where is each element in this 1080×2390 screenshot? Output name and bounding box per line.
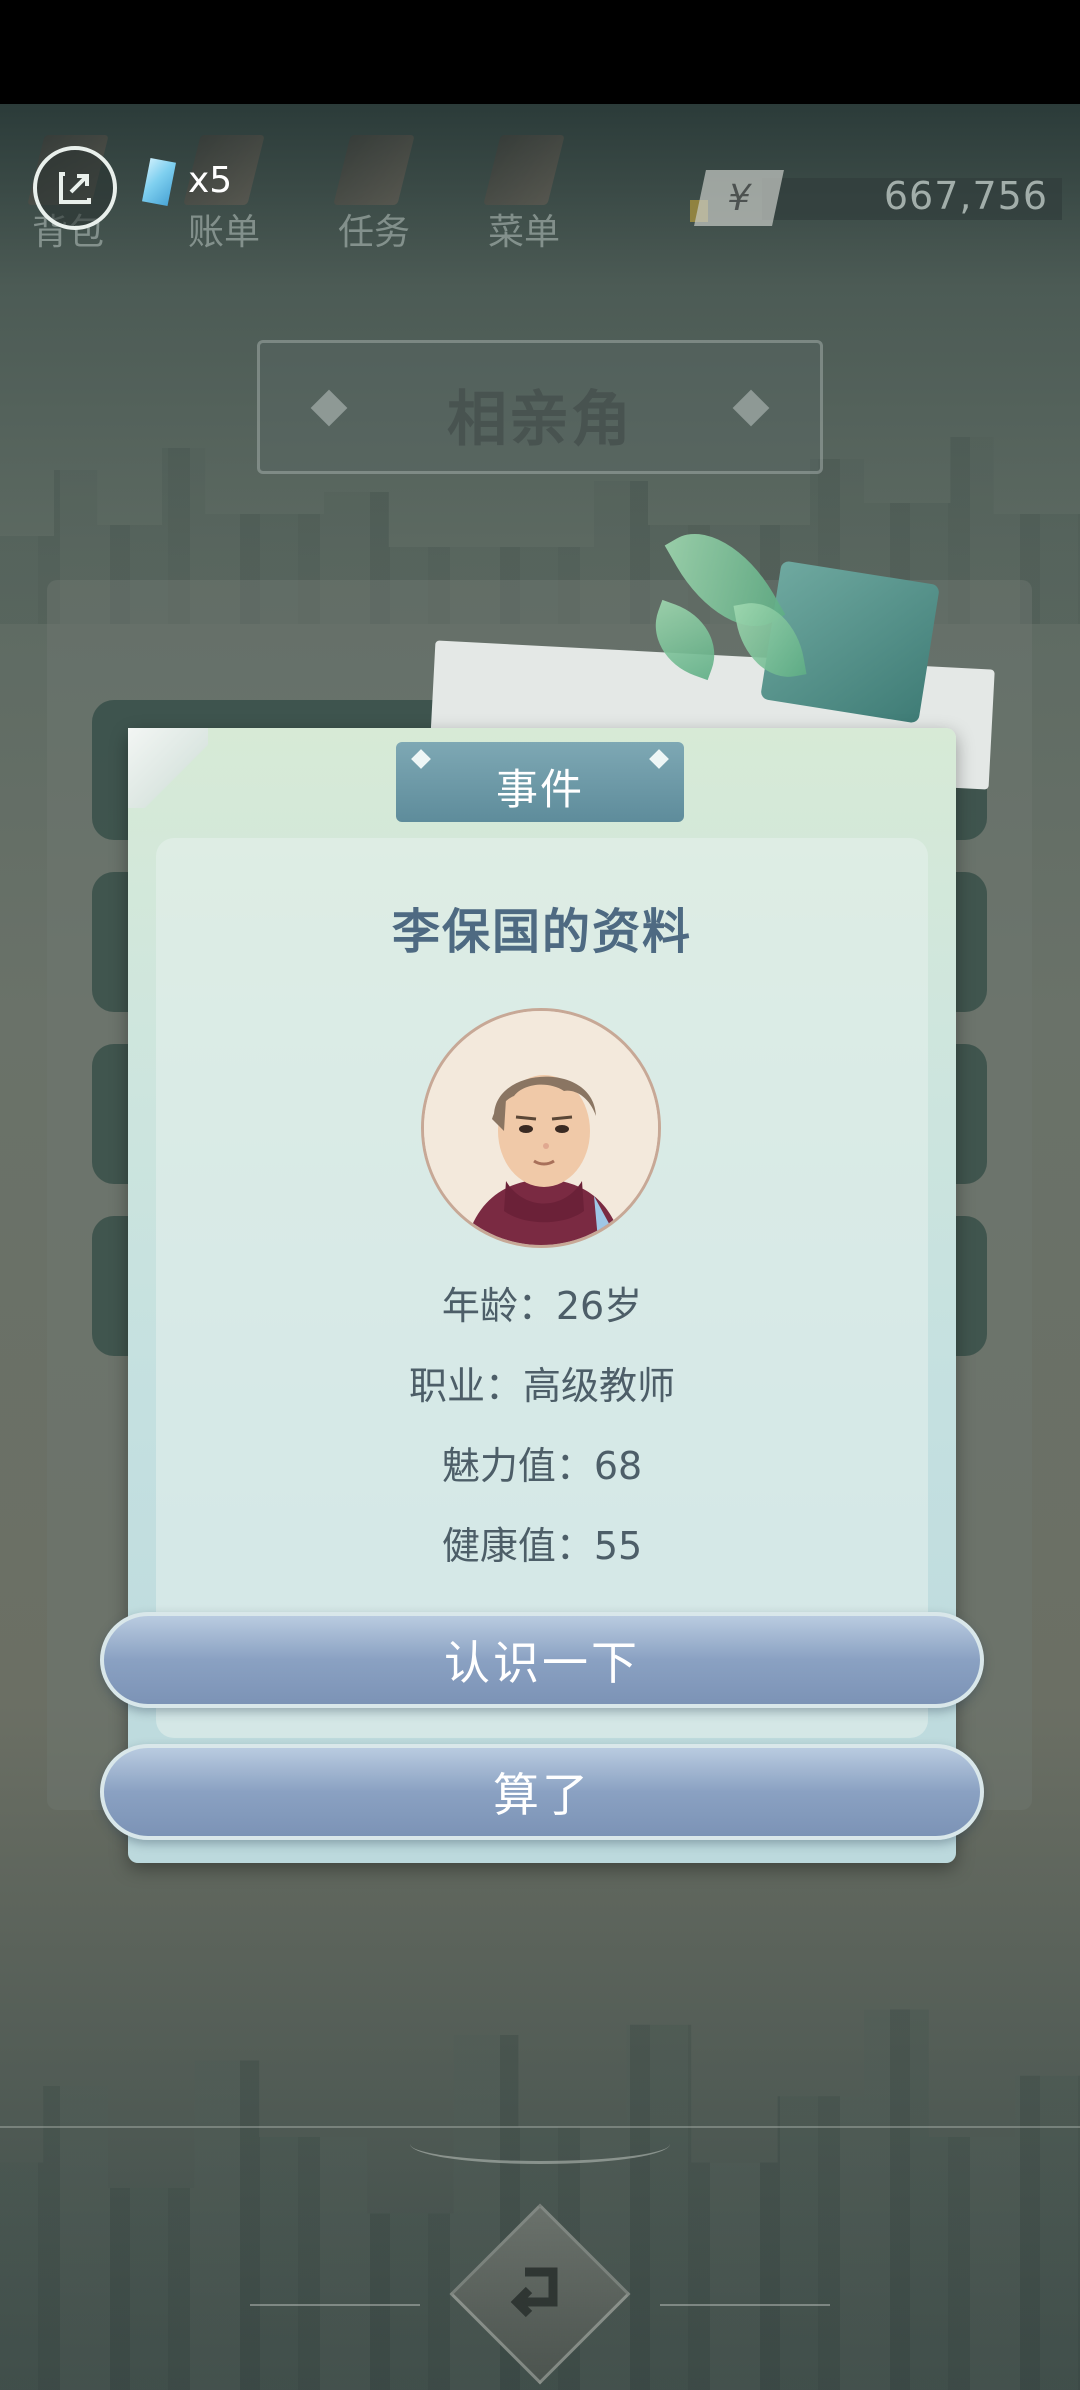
profile-title: 李保国的资料 — [391, 904, 692, 960]
page-title-banner: 相亲角 — [257, 340, 823, 474]
menu-icon — [483, 135, 565, 205]
meet-button-label: 认识一下 — [444, 1636, 640, 1690]
stat-job: 职业：高级教师 — [408, 1364, 675, 1408]
tab-task-label: 任务 — [337, 212, 410, 253]
tab-bill-label: 账单 — [187, 212, 260, 253]
page-title: 相亲角 — [447, 385, 633, 455]
money-display: 667,756 ¥ — [690, 170, 1062, 226]
tab-menu[interactable]: 菜单 — [474, 135, 574, 255]
ornament-line — [250, 2304, 420, 2306]
yen-symbol: ¥ — [694, 170, 784, 226]
exit-button[interactable] — [33, 146, 117, 230]
stat-charm: 魅力值：68 — [441, 1444, 643, 1488]
stat-age: 年龄：26岁 — [441, 1284, 643, 1328]
money-bar: 667,756 — [762, 174, 1062, 220]
decline-button[interactable]: 算了 — [100, 1744, 984, 1840]
money-amount: 667,756 — [883, 174, 1048, 218]
ornament-flourish — [410, 2124, 670, 2164]
stat-health: 健康值：55 — [441, 1524, 643, 1568]
gem-count: x5 — [188, 160, 233, 201]
event-header: 事件 — [396, 742, 684, 822]
back-arrow-icon — [510, 2267, 558, 2318]
tab-menu-label: 菜单 — [487, 212, 560, 253]
task-icon — [333, 135, 415, 205]
ornament-line — [660, 2304, 830, 2306]
decline-button-label: 算了 — [493, 1768, 591, 1822]
meet-button[interactable]: 认识一下 — [100, 1612, 984, 1708]
event-title: 事件 — [495, 765, 584, 814]
avatar-portrait-icon — [421, 1008, 661, 1248]
tab-task[interactable]: 任务 — [324, 135, 424, 255]
paper-curl — [128, 728, 208, 808]
status-bar — [0, 0, 1080, 104]
exit-icon — [59, 172, 91, 204]
